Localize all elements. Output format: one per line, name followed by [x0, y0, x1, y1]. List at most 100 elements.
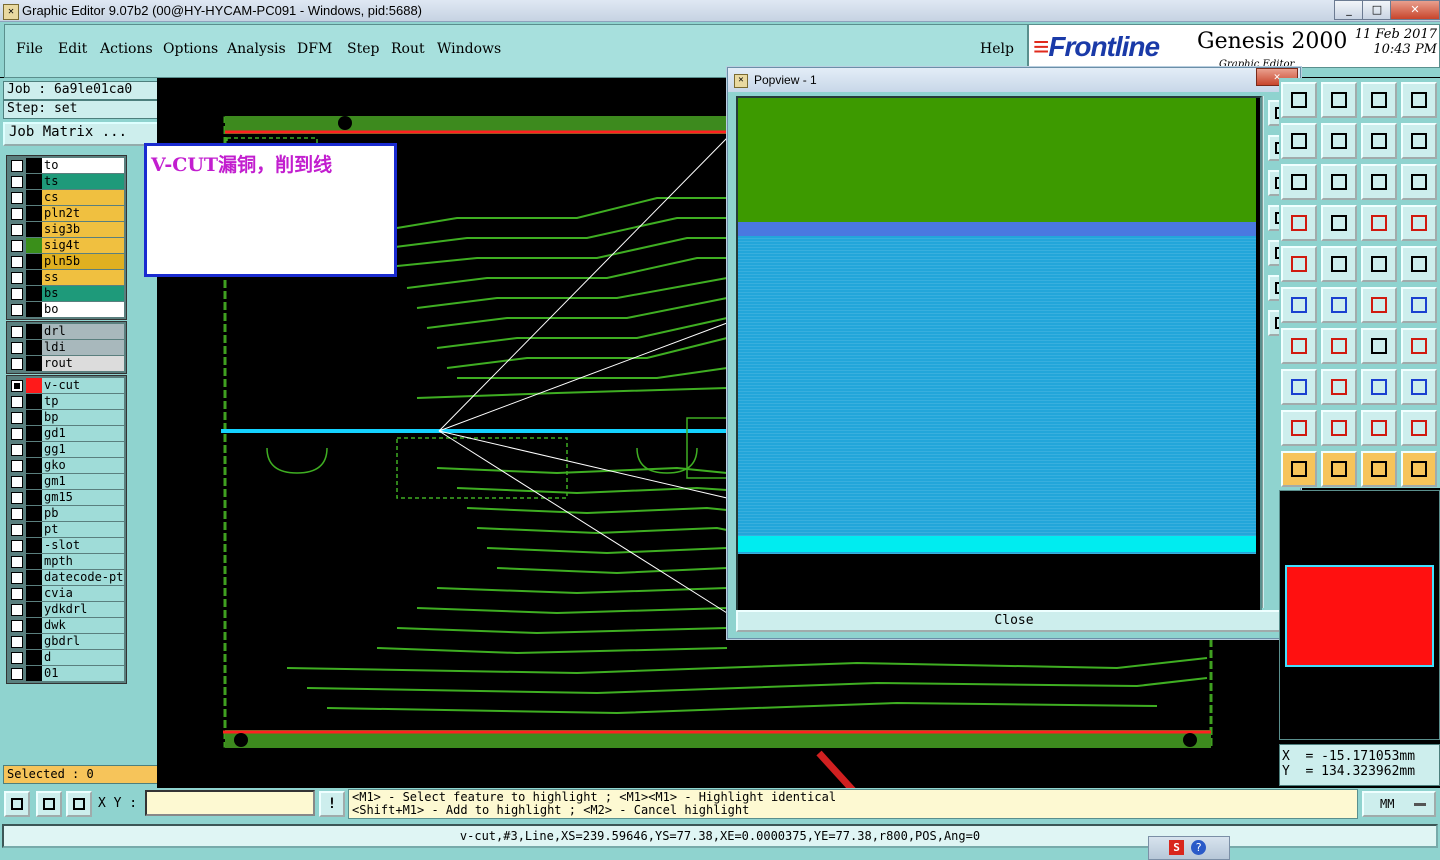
- layer-color-swatch[interactable]: [26, 190, 42, 205]
- menu-help[interactable]: Help: [980, 41, 1014, 57]
- layer-color-swatch[interactable]: [26, 634, 42, 649]
- layer-color-swatch[interactable]: [26, 340, 42, 355]
- layer-checkbox[interactable]: [11, 428, 23, 440]
- cross-cut-icon[interactable]: [1361, 246, 1397, 282]
- popview-close-button[interactable]: Close: [736, 610, 1292, 632]
- layer-row-d[interactable]: d: [9, 650, 124, 665]
- layer-row-tp[interactable]: tp: [9, 394, 124, 409]
- window-close-button[interactable]: ✕: [1390, 0, 1440, 20]
- layer-name[interactable]: pt: [42, 522, 124, 537]
- menu-file[interactable]: File: [16, 41, 43, 57]
- units-select[interactable]: MM: [1362, 791, 1436, 817]
- tool-f-icon[interactable]: [1321, 451, 1357, 487]
- maximize-button[interactable]: □: [1362, 0, 1392, 20]
- window-view-icon[interactable]: [1401, 82, 1437, 118]
- layer-row-bs[interactable]: bs: [9, 286, 124, 301]
- layer-row-sig4t[interactable]: sig4t: [9, 238, 124, 253]
- measure-icon[interactable]: [36, 791, 62, 817]
- layer-checkbox[interactable]: [11, 272, 23, 284]
- layer-row-dwk[interactable]: dwk: [9, 618, 124, 633]
- layer-checkbox[interactable]: [11, 380, 23, 392]
- pan-left-icon[interactable]: [1281, 123, 1317, 159]
- layer-name[interactable]: gd1: [42, 426, 124, 441]
- layer-color-swatch[interactable]: [26, 206, 42, 221]
- tool-c-icon[interactable]: [1361, 410, 1397, 446]
- layer-row-cvia[interactable]: cvia: [9, 586, 124, 601]
- layer-checkbox[interactable]: [11, 288, 23, 300]
- layer-color-swatch[interactable]: [26, 570, 42, 585]
- layer-row-to[interactable]: to: [9, 158, 124, 173]
- layer-checkbox[interactable]: [11, 604, 23, 616]
- layer-checkbox[interactable]: [11, 556, 23, 568]
- tool-a-icon[interactable]: [1281, 410, 1317, 446]
- layer-name[interactable]: mpth: [42, 554, 124, 569]
- pan-right-icon[interactable]: [1321, 123, 1357, 159]
- path-route-icon[interactable]: [1401, 369, 1437, 405]
- layer-color-swatch[interactable]: [26, 254, 42, 269]
- layer-checkbox[interactable]: [11, 524, 23, 536]
- layer-checkbox[interactable]: [11, 176, 23, 188]
- tool-d-icon[interactable]: [1401, 410, 1437, 446]
- layer-color-swatch[interactable]: [26, 426, 42, 441]
- layer-name[interactable]: ss: [42, 270, 124, 285]
- layer-color-swatch[interactable]: [26, 324, 42, 339]
- layer-row-ydkdrl[interactable]: ydkdrl: [9, 602, 124, 617]
- layer-row-pb[interactable]: pb: [9, 506, 124, 521]
- menu-rout[interactable]: Rout: [391, 41, 425, 57]
- layer-row-pt[interactable]: pt: [9, 522, 124, 537]
- layer-color-swatch[interactable]: [26, 458, 42, 473]
- link-point-icon[interactable]: [1401, 246, 1437, 282]
- mini-map[interactable]: [1279, 490, 1440, 740]
- layer-checkbox[interactable]: [11, 412, 23, 424]
- align-icon[interactable]: [1321, 328, 1357, 364]
- route-mark-icon[interactable]: [1361, 287, 1397, 323]
- frame-icon[interactable]: [1281, 246, 1317, 282]
- layer-color-swatch[interactable]: [26, 410, 42, 425]
- layer-row-gko[interactable]: gko: [9, 458, 124, 473]
- layer-name[interactable]: ydkdrl: [42, 602, 124, 617]
- triangle-out-icon[interactable]: [1401, 328, 1437, 364]
- layer-checkbox[interactable]: [11, 342, 23, 354]
- triangle-fill-icon[interactable]: [1361, 328, 1397, 364]
- layer-row-gm1[interactable]: gm1: [9, 474, 124, 489]
- layer-color-swatch[interactable]: [26, 618, 42, 633]
- tray-s-icon[interactable]: S: [1169, 840, 1184, 855]
- ratio-icon[interactable]: [1321, 164, 1357, 200]
- layer-row-pln5b[interactable]: pln5b: [9, 254, 124, 269]
- layer-color-swatch[interactable]: [26, 302, 42, 317]
- layer-checkbox[interactable]: [11, 256, 23, 268]
- layer-checkbox[interactable]: [11, 326, 23, 338]
- layer-color-swatch[interactable]: [26, 378, 42, 393]
- ruler-icon[interactable]: [1401, 205, 1437, 241]
- layer-name[interactable]: v-cut: [42, 378, 124, 393]
- tool-icon[interactable]: [1401, 164, 1437, 200]
- layer-checkbox[interactable]: [11, 358, 23, 370]
- layer-color-swatch[interactable]: [26, 174, 42, 189]
- redo-icon[interactable]: [1401, 123, 1437, 159]
- menu-dfm[interactable]: DFM: [297, 41, 332, 57]
- layer-checkbox[interactable]: [11, 444, 23, 456]
- layer-name[interactable]: to: [42, 158, 124, 173]
- layer-name[interactable]: sig3b: [42, 222, 124, 237]
- layer-row-gd1[interactable]: gd1: [9, 426, 124, 441]
- tool-b-icon[interactable]: [1321, 410, 1357, 446]
- layer-checkbox[interactable]: [11, 208, 23, 220]
- layer-row-ts[interactable]: ts: [9, 174, 124, 189]
- layer-row-gbdrl[interactable]: gbdrl: [9, 634, 124, 649]
- layer-name[interactable]: ts: [42, 174, 124, 189]
- layer-name[interactable]: cs: [42, 190, 124, 205]
- menu-windows[interactable]: Windows: [437, 41, 501, 57]
- tray-help-icon[interactable]: ?: [1191, 840, 1206, 855]
- layer-name[interactable]: gm15: [42, 490, 124, 505]
- tool-e-icon[interactable]: [1281, 451, 1317, 487]
- layer-color-swatch[interactable]: [26, 474, 42, 489]
- layer-row-pln2t[interactable]: pln2t: [9, 206, 124, 221]
- layer-color-swatch[interactable]: [26, 650, 42, 665]
- layer-checkbox[interactable]: [11, 620, 23, 632]
- layer-row-ss[interactable]: ss: [9, 270, 124, 285]
- layer-name[interactable]: gm1: [42, 474, 124, 489]
- layer-name[interactable]: tp: [42, 394, 124, 409]
- layer-row-vcut[interactable]: v-cut: [9, 378, 124, 393]
- layer-color-swatch[interactable]: [26, 270, 42, 285]
- layer-name[interactable]: 01: [42, 666, 124, 681]
